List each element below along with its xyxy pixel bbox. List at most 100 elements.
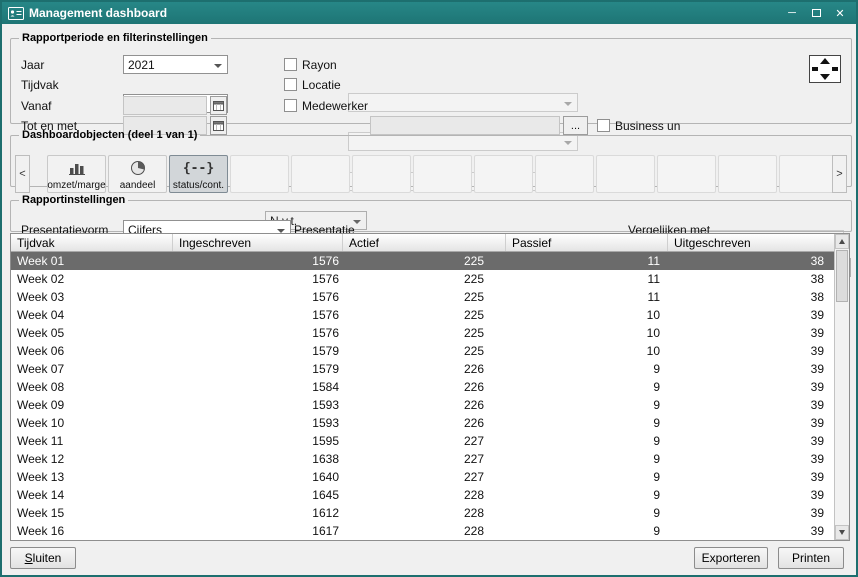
table-row[interactable]: Week 081584226939 xyxy=(11,378,834,396)
column-header-ingeschreven[interactable]: Ingeschreven xyxy=(173,234,343,251)
bar-chart-icon xyxy=(48,156,105,180)
table-row[interactable]: Week 131640227939 xyxy=(11,468,834,486)
filter-group-title: Rapportperiode en filterinstellingen xyxy=(19,32,211,44)
dashboard-object-aandeel[interactable]: aandeel xyxy=(108,155,167,193)
sluiten-button[interactable]: Sluiten xyxy=(10,547,76,569)
scroll-left-button[interactable]: < xyxy=(15,155,30,193)
table-cell: 39 xyxy=(668,504,834,522)
column-header-actief[interactable]: Actief xyxy=(343,234,506,251)
table-row[interactable]: Week 111595227939 xyxy=(11,432,834,450)
calendar-icon xyxy=(213,100,224,111)
table-row[interactable]: Week 0615792251039 xyxy=(11,342,834,360)
table-row[interactable]: Week 121638227939 xyxy=(11,450,834,468)
scrollbar-down-button[interactable] xyxy=(835,525,849,540)
table-cell: 9 xyxy=(506,414,668,432)
table-cell: 38 xyxy=(668,288,834,306)
table-cell: Week 14 xyxy=(11,486,173,504)
table-cell: 225 xyxy=(343,288,506,306)
close-button[interactable]: ✕ xyxy=(828,4,852,22)
table-row[interactable]: Week 0315762251138 xyxy=(11,288,834,306)
table-row[interactable]: Week 151612228939 xyxy=(11,504,834,522)
table-row[interactable]: Week 0215762251138 xyxy=(11,270,834,288)
table-row[interactable]: Week 0115762251138 xyxy=(11,252,834,270)
table-row[interactable]: Week 091593226939 xyxy=(11,396,834,414)
navigator-control[interactable] xyxy=(807,54,843,84)
locatie-checkbox[interactable] xyxy=(284,78,297,91)
up-arrow-icon xyxy=(839,236,845,244)
table-cell: 9 xyxy=(506,468,668,486)
table-cell: 1612 xyxy=(173,504,343,522)
management-dashboard-window: Management dashboard ─ ✕ Rapportperiode … xyxy=(0,0,858,577)
table-cell: 10 xyxy=(506,342,668,360)
scrollbar-up-button[interactable] xyxy=(835,234,849,249)
table-cell: 1576 xyxy=(173,324,343,342)
table-body: Week 0115762251138Week 0215762251138Week… xyxy=(11,252,834,540)
table-row[interactable]: Week 0515762251039 xyxy=(11,324,834,342)
column-header-tijdvak[interactable]: Tijdvak xyxy=(11,234,173,251)
table-row[interactable]: Week 071579226939 xyxy=(11,360,834,378)
table-cell: 226 xyxy=(343,396,506,414)
maximize-icon xyxy=(812,9,821,17)
column-header-passief[interactable]: Passief xyxy=(506,234,668,251)
table-cell: 9 xyxy=(506,360,668,378)
exporteren-button[interactable]: Exporteren xyxy=(694,547,768,569)
table-row[interactable]: Week 141645228939 xyxy=(11,486,834,504)
table-cell: 9 xyxy=(506,522,668,540)
table-cell: 226 xyxy=(343,360,506,378)
table-row[interactable]: Week 0415762251039 xyxy=(11,306,834,324)
table-cell: 1593 xyxy=(173,414,343,432)
column-header-uitgeschreven[interactable]: Uitgeschreven xyxy=(668,234,834,251)
table-cell: 39 xyxy=(668,378,834,396)
table-cell: 1645 xyxy=(173,486,343,504)
table-cell: Week 15 xyxy=(11,504,173,522)
table-cell: 228 xyxy=(343,504,506,522)
dashboard-object-status-cont[interactable]: {--} status/cont. xyxy=(169,155,228,193)
tijdvak-label: Tijdvak xyxy=(21,78,59,92)
table-cell: 39 xyxy=(668,306,834,324)
maximize-button[interactable] xyxy=(804,4,828,22)
table-cell: Week 13 xyxy=(11,468,173,486)
vanaf-calendar-button[interactable] xyxy=(210,96,227,115)
titlebar[interactable]: Management dashboard ─ ✕ xyxy=(2,2,856,24)
table-cell: 9 xyxy=(506,504,668,522)
locatie-label: Locatie xyxy=(302,78,341,92)
dashboard-toolbar: omzet/marge aandeel {--} status/cont. xyxy=(47,155,838,193)
minimize-button[interactable]: ─ xyxy=(780,4,804,22)
table-row[interactable]: Week 161617228939 xyxy=(11,522,834,540)
table-cell: 227 xyxy=(343,432,506,450)
table-cell: 1576 xyxy=(173,288,343,306)
table-cell: 1593 xyxy=(173,396,343,414)
table-cell: 225 xyxy=(343,270,506,288)
jaar-select[interactable]: 2021 xyxy=(123,55,228,74)
dashboard-object-omzet-marge[interactable]: omzet/marge xyxy=(47,155,106,193)
table-cell: 11 xyxy=(506,270,668,288)
table-cell: 38 xyxy=(668,270,834,288)
table-cell: 228 xyxy=(343,486,506,504)
table-cell: 227 xyxy=(343,468,506,486)
table-cell: Week 09 xyxy=(11,396,173,414)
table-cell: 10 xyxy=(506,306,668,324)
dashboard-object-slot-empty xyxy=(657,155,716,193)
table-cell: Week 07 xyxy=(11,360,173,378)
table-cell: 227 xyxy=(343,450,506,468)
table-cell: 9 xyxy=(506,432,668,450)
rayon-checkbox[interactable] xyxy=(284,58,297,71)
table-cell: Week 12 xyxy=(11,450,173,468)
medewerker-checkbox[interactable] xyxy=(284,99,297,112)
braces-icon: {--} xyxy=(170,156,227,180)
table-cell: Week 11 xyxy=(11,432,173,450)
table-cell: 228 xyxy=(343,522,506,540)
app-icon xyxy=(8,7,24,20)
table-row[interactable]: Week 101593226939 xyxy=(11,414,834,432)
table-cell: 10 xyxy=(506,324,668,342)
table-cell: 39 xyxy=(668,432,834,450)
scroll-right-button[interactable]: > xyxy=(832,155,847,193)
dashboard-object-slot-empty xyxy=(779,155,838,193)
scrollbar-thumb[interactable] xyxy=(836,250,848,302)
table-cell: 225 xyxy=(343,342,506,360)
printen-button[interactable]: Printen xyxy=(778,547,844,569)
table-cell: 225 xyxy=(343,324,506,342)
table-cell: Week 02 xyxy=(11,270,173,288)
vertical-scrollbar[interactable] xyxy=(834,234,849,540)
report-table: Tijdvak Ingeschreven Actief Passief Uitg… xyxy=(10,233,850,541)
